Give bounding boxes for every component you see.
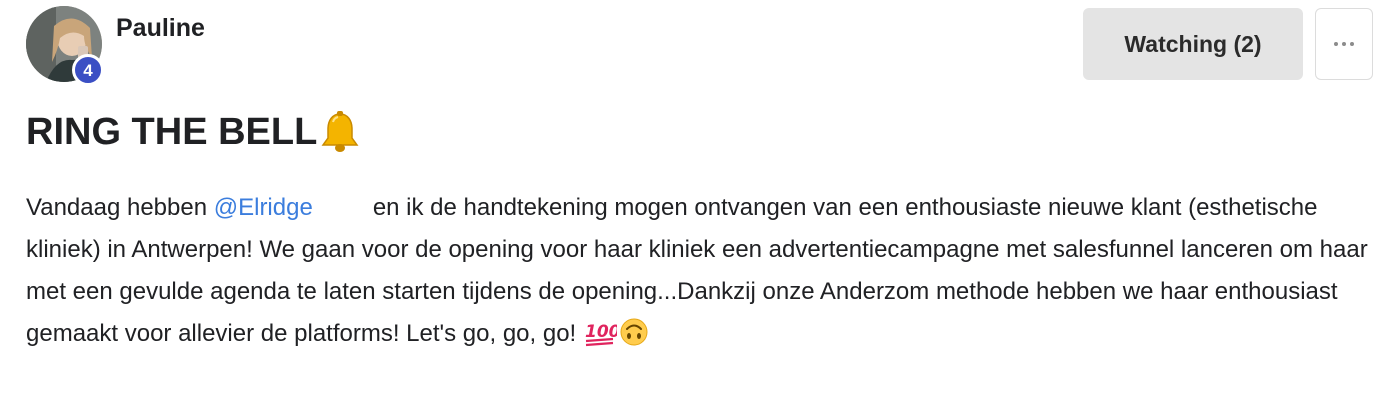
author-name[interactable]: Pauline <box>116 14 205 43</box>
post-body-intro: Vandaag hebben <box>26 194 214 221</box>
bell-icon <box>321 111 359 152</box>
level-badge: 4 <box>72 54 104 86</box>
hundred-points-icon: 100 <box>585 322 617 347</box>
post-body: Vandaag hebben @Elridge en ik de handteke… <box>26 187 1376 355</box>
post-title: RING THE BELL <box>26 110 361 154</box>
watching-button[interactable]: Watching (2) <box>1083 8 1303 80</box>
post-card: 4 Pauline Watching (2) RING THE BELL Van… <box>0 0 1393 400</box>
post-title-text: RING THE BELL <box>26 110 318 153</box>
ellipsis-icon <box>1334 42 1354 46</box>
more-options-button[interactable] <box>1315 8 1373 80</box>
upside-down-face-icon <box>620 318 648 346</box>
user-mention-link[interactable]: @Elridge <box>214 194 313 221</box>
